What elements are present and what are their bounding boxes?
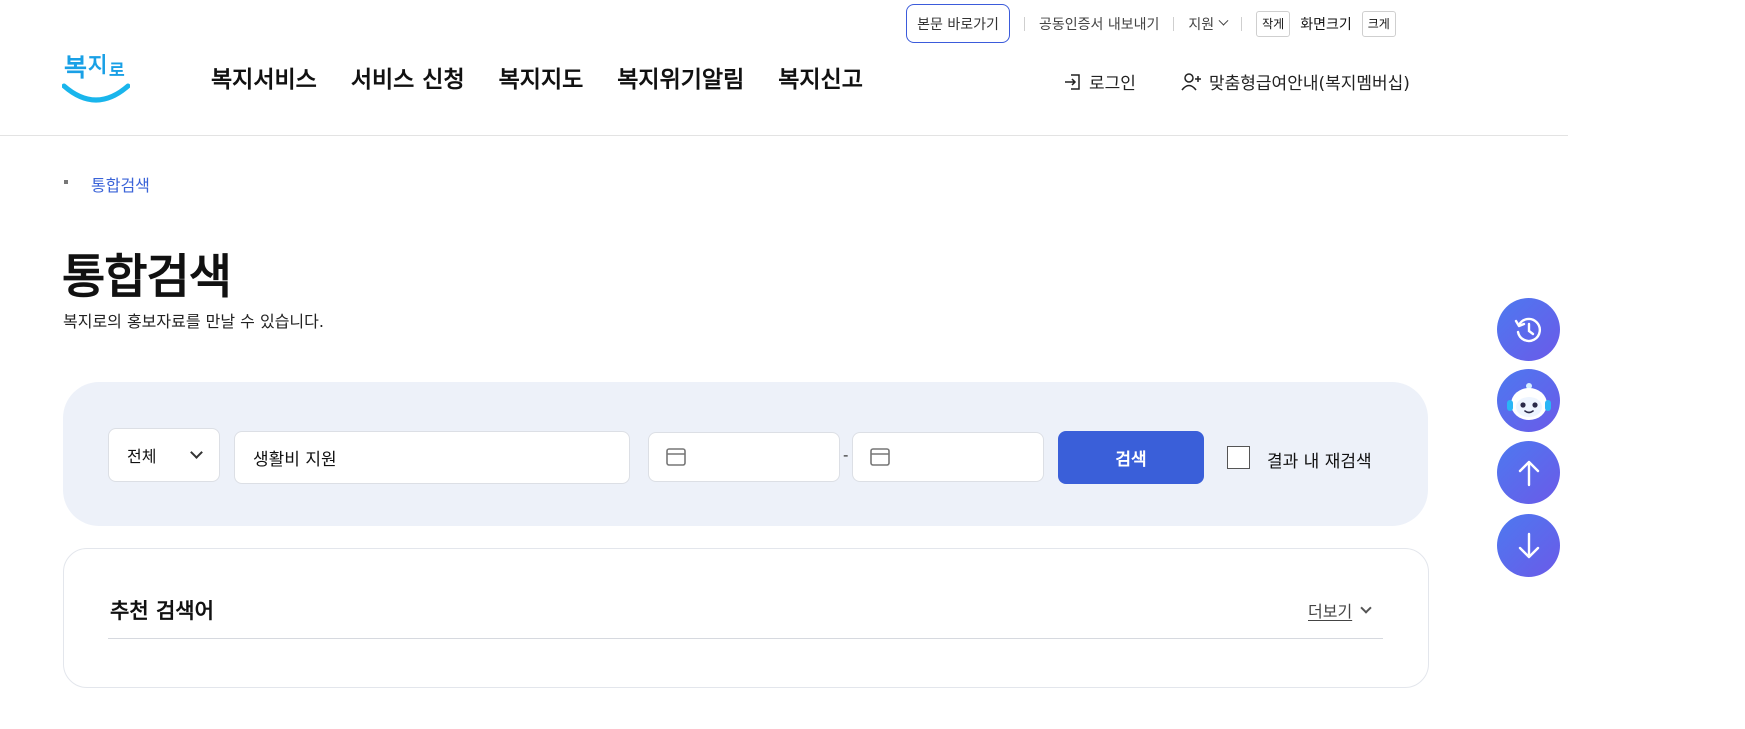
chevron-down-icon [1360,601,1372,614]
header-divider [0,135,1568,136]
membership-label: 맞춤형급여안내(복지멤버십) [1209,74,1410,94]
font-size-label: 화면크기 [1300,16,1352,33]
more-label: 더보기 [1308,602,1353,621]
divider [1024,16,1025,31]
category-select[interactable]: 전체 [108,428,220,482]
search-input[interactable] [234,431,630,484]
main-navigation: 복지서비스 서비스 신청 복지지도 복지위기알림 복지신고 [211,60,863,94]
chevron-down-icon [1218,15,1229,26]
nav-item-welfare-service[interactable]: 복지서비스 [211,60,317,94]
scroll-bottom-button[interactable] [1497,514,1560,577]
card-divider [108,638,1383,639]
recent-icon [1514,317,1541,342]
login-icon [1065,73,1080,90]
category-selected-value: 전체 [127,447,157,466]
nav-item-crisis-alert[interactable]: 복지위기알림 [617,60,744,94]
more-button[interactable]: 더보기 [1308,598,1372,622]
recommended-keywords-title: 추천 검색어 [110,599,214,623]
breadcrumb-bullet [64,180,68,184]
divider [1241,16,1243,31]
arrow-down-icon [1518,532,1539,558]
bokjiro-logo-icon: 복 지 로 [61,53,131,103]
utility-bar: 본문 바로가기 공동인증서 내보내기 지원 작게 화면크기 크게 [906,4,1396,43]
user-plus-icon [1181,72,1201,90]
start-date-field[interactable] [648,432,840,482]
page-title: 통합검색 [62,250,232,305]
logo[interactable]: 복 지 로 [61,46,131,104]
divider [1173,16,1175,31]
login-link[interactable]: 로그인 [1063,69,1136,94]
recommended-keywords-card [63,548,1429,688]
recent-history-button[interactable] [1497,298,1560,361]
nav-item-welfare-report[interactable]: 복지신고 [778,60,863,94]
svg-text:복: 복 [64,53,87,82]
nav-item-service-apply[interactable]: 서비스 신청 [351,60,465,94]
font-small-button[interactable]: 작게 [1256,10,1291,37]
font-large-button[interactable]: 크게 [1361,10,1396,37]
chatbot-icon [1506,382,1551,420]
research-label[interactable]: 결과 내 재검색 [1267,447,1372,472]
svg-text:지: 지 [88,53,107,77]
calendar-icon [870,448,890,466]
research-checkbox[interactable] [1227,446,1250,469]
calendar-icon [666,448,686,466]
skip-to-content-button[interactable]: 본문 바로가기 [906,4,1010,43]
support-label: 지원 [1188,16,1215,33]
end-date-field[interactable] [852,432,1044,482]
scroll-top-button[interactable] [1497,441,1560,504]
breadcrumb[interactable]: 통합검색 [91,172,150,196]
search-button[interactable]: 검색 [1058,431,1204,484]
svg-text:로: 로 [109,61,125,81]
nav-item-welfare-map[interactable]: 복지지도 [499,60,584,94]
chevron-down-icon [190,446,203,459]
login-label: 로그인 [1089,74,1136,94]
arrow-up-icon [1518,460,1539,486]
date-separator: - [843,446,849,464]
page-description: 복지로의 홍보자료를 만날 수 있습니다. [63,312,324,331]
support-dropdown[interactable]: 지원 [1188,14,1229,34]
membership-link[interactable]: 맞춤형급여안내(복지멤버십) [1181,69,1410,94]
cert-export-link[interactable]: 공동인증서 내보내기 [1039,14,1159,34]
chatbot-button[interactable] [1497,369,1560,432]
